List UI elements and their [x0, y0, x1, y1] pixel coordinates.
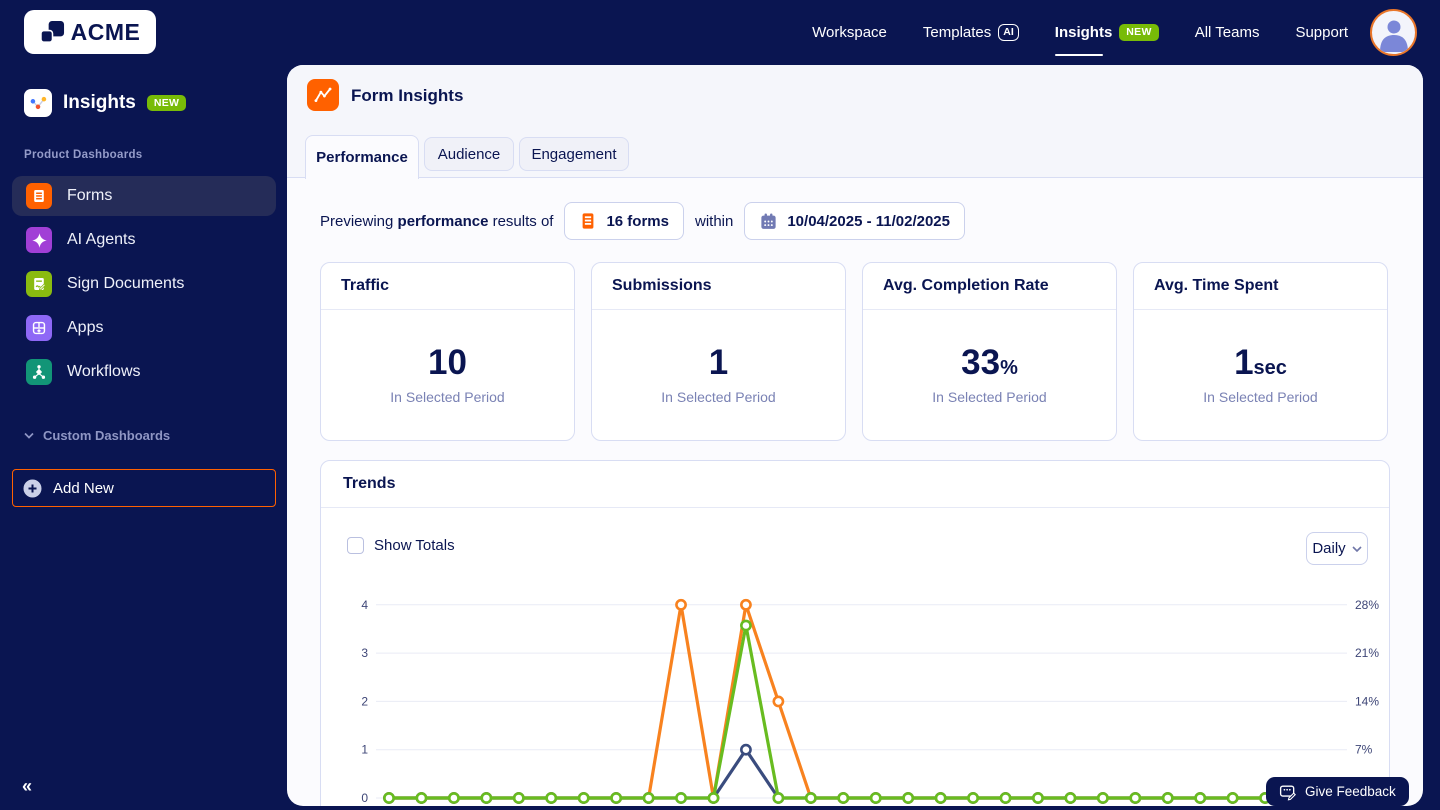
svg-text:0: 0	[361, 791, 368, 805]
user-avatar-icon	[1379, 20, 1408, 52]
stat-value: 1	[708, 343, 729, 382]
add-new-label: Add New	[53, 479, 114, 497]
trends-title: Trends	[321, 461, 1389, 508]
tab-engagement[interactable]: Engagement	[519, 137, 629, 171]
stat-value: 33%	[961, 343, 1018, 382]
user-avatar[interactable]	[1370, 9, 1417, 56]
plus-circle-icon	[23, 479, 42, 497]
stat-card-submissions: Submissions 1 In Selected Period	[591, 262, 846, 441]
form-insights-icon	[307, 79, 339, 111]
sidebar-item-label: Sign Documents	[67, 275, 185, 292]
sidebar-item-label: Apps	[67, 319, 104, 336]
stat-caption: In Selected Period	[932, 389, 1047, 405]
workflows-icon	[26, 359, 52, 385]
show-totals-label: Show Totals	[374, 537, 455, 554]
svg-text:14%: 14%	[1355, 694, 1379, 708]
svg-text:28%: 28%	[1355, 598, 1379, 612]
nav-all-teams[interactable]: All Teams	[1195, 24, 1260, 41]
stat-card-time-spent: Avg. Time Spent 1sec In Selected Period	[1133, 262, 1388, 441]
stat-title: Avg. Completion Rate	[863, 263, 1116, 310]
custom-dashboards-label: Custom Dashboards	[43, 428, 171, 443]
sidebar-custom-dashboards[interactable]: Custom Dashboards	[24, 428, 170, 443]
give-feedback-label: Give Feedback	[1305, 784, 1396, 799]
stat-card-completion-rate: Avg. Completion Rate 33% In Selected Per…	[862, 262, 1117, 441]
chevron-down-icon	[1352, 545, 1362, 552]
sidebar-item-label: Forms	[67, 187, 113, 204]
svg-text:3: 3	[361, 646, 368, 660]
page-title: Form Insights	[351, 86, 464, 105]
give-feedback-button[interactable]: Give Feedback	[1266, 777, 1409, 806]
sidebar-menu: Forms AI Agents Sign Documents Apps Work…	[12, 176, 276, 396]
active-nav-underline	[1054, 53, 1103, 56]
sidebar-app-title: Insights	[63, 92, 136, 113]
sidebar-insights-header[interactable]: Insights NEW	[24, 89, 187, 117]
svg-text:2: 2	[361, 694, 368, 708]
nav-support[interactable]: Support	[1295, 24, 1348, 41]
form-product-icon	[26, 183, 52, 209]
stat-cards: Traffic 10 In Selected Period Submission…	[320, 262, 1388, 441]
stat-title: Avg. Time Spent	[1134, 263, 1387, 310]
forms-select-button[interactable]: 16 forms	[564, 202, 684, 240]
filter-row: Previewing performance results of 16 for…	[320, 202, 965, 240]
top-navigation: Workspace Templates AI Insights NEW All …	[812, 0, 1348, 65]
sidebar-item-label: AI Agents	[67, 231, 136, 248]
form-icon	[583, 213, 594, 229]
filter-text: Previewing performance results of	[320, 212, 554, 230]
top-bar: ACME Workspace Templates AI Insights NEW…	[0, 0, 1440, 65]
acme-logo-icon	[39, 20, 65, 45]
show-totals-control: Show Totals	[347, 537, 455, 554]
stat-caption: In Selected Period	[390, 389, 505, 405]
chevron-down-icon	[24, 432, 34, 439]
show-totals-checkbox[interactable]	[347, 537, 364, 554]
stat-caption: In Selected Period	[661, 389, 776, 405]
stat-caption: In Selected Period	[1203, 389, 1318, 405]
sidebar-section-label: Product Dashboards	[24, 149, 143, 161]
tab-audience[interactable]: Audience	[424, 137, 514, 171]
filter-connector: within	[694, 212, 734, 230]
nav-workspace[interactable]: Workspace	[812, 24, 887, 41]
stat-value: 1sec	[1234, 343, 1287, 382]
forms-select-label: 16 forms	[606, 212, 669, 230]
interval-dropdown[interactable]: Daily	[1306, 532, 1368, 565]
date-range-label: 10/04/2025 - 11/02/2025	[787, 212, 950, 230]
stat-card-traffic: Traffic 10 In Selected Period	[320, 262, 575, 441]
acme-logo[interactable]: ACME	[24, 10, 156, 54]
svg-text:4: 4	[361, 598, 368, 612]
sign-documents-icon	[26, 271, 52, 297]
stat-value: 10	[428, 343, 467, 382]
svg-text:7%: 7%	[1355, 743, 1373, 757]
calendar-icon	[761, 213, 776, 229]
date-range-button[interactable]: 10/04/2025 - 11/02/2025	[744, 202, 965, 240]
nav-templates[interactable]: Templates AI	[923, 24, 1019, 41]
apps-icon	[26, 315, 52, 341]
acme-logo-text: ACME	[70, 18, 141, 45]
ai-badge: AI	[998, 24, 1019, 41]
nav-insights[interactable]: Insights NEW	[1054, 24, 1159, 56]
trends-line-chart: 0 1 2 3 4 7% 14% 21% 28%	[361, 598, 1379, 805]
new-badge: NEW	[1119, 24, 1159, 41]
svg-text:1: 1	[361, 743, 368, 757]
sidebar-item-forms[interactable]: Forms	[12, 176, 276, 216]
stat-title: Traffic	[321, 263, 574, 310]
main-content: Form Insights Performance Audience Engag…	[287, 65, 1423, 806]
tab-performance[interactable]: Performance	[305, 135, 419, 179]
insights-app-icon	[24, 89, 52, 117]
sidebar-item-workflows[interactable]: Workflows	[12, 352, 276, 392]
trends-chart-area: 0 1 2 3 4 7% 14% 21% 28%	[321, 581, 1391, 806]
svg-text:21%: 21%	[1355, 646, 1379, 660]
add-new-button[interactable]: Add New	[12, 469, 276, 507]
stat-title: Submissions	[592, 263, 845, 310]
sidebar-item-sign-documents[interactable]: Sign Documents	[12, 264, 276, 304]
collapse-sidebar-icon[interactable]: «	[22, 777, 32, 795]
interval-value: Daily	[1312, 540, 1346, 557]
sidebar-item-apps[interactable]: Apps	[12, 308, 276, 348]
ai-agents-icon	[26, 227, 52, 253]
trends-card: Trends Show Totals Daily 0 1 2 3 4 7% 14% 21% 28…	[320, 460, 1390, 806]
sidebar-new-badge: NEW	[146, 94, 187, 112]
feedback-icon	[1279, 784, 1296, 801]
sidebar-item-ai-agents[interactable]: AI Agents	[12, 220, 276, 260]
sidebar-item-label: Workflows	[67, 363, 141, 380]
